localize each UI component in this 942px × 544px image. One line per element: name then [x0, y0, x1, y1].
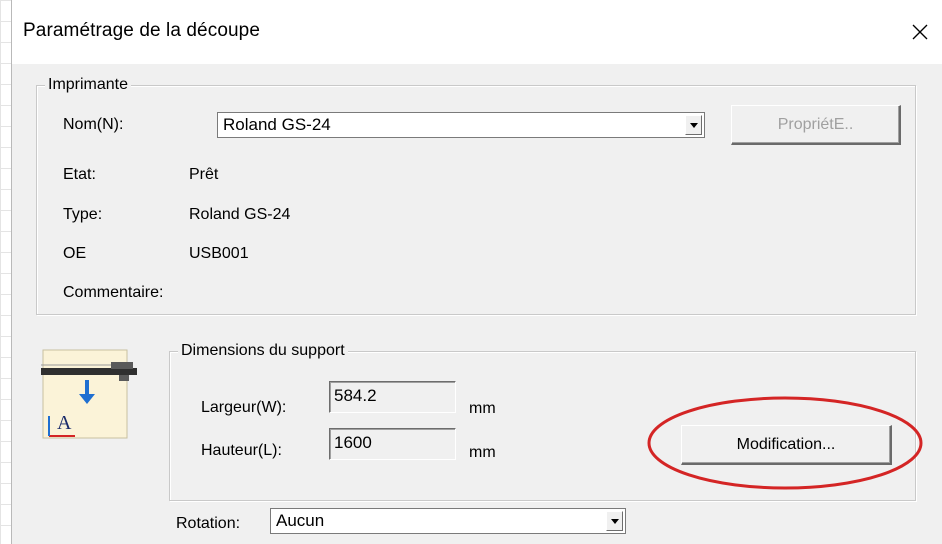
- chevron-down-icon: [689, 122, 698, 128]
- printer-dropdown-button[interactable]: [685, 115, 702, 135]
- printer-name-value: Roland GS-24: [223, 115, 331, 134]
- properties-button[interactable]: PropriétE..: [731, 105, 901, 145]
- cutter-media-icon: A: [41, 349, 137, 439]
- type-value: Roland GS-24: [189, 206, 291, 223]
- rotation-value: Aucun: [276, 511, 325, 530]
- height-unit: mm: [469, 444, 496, 461]
- close-icon: [912, 24, 928, 40]
- close-button[interactable]: [897, 10, 942, 54]
- svg-text:A: A: [57, 412, 72, 434]
- status-label: Etat:: [63, 166, 96, 183]
- cutting-setup-dialog: Paramétrage de la découpe Imprimante Nom…: [11, 0, 942, 544]
- port-value: USB001: [189, 245, 249, 262]
- height-field[interactable]: 1600: [329, 428, 456, 460]
- printer-group-label: Imprimante: [45, 75, 132, 95]
- window-title: Paramétrage de la découpe: [23, 20, 260, 41]
- comment-label: Commentaire:: [63, 284, 164, 301]
- rotation-dropdown[interactable]: Aucun: [270, 508, 626, 534]
- rotation-label: Rotation:: [176, 515, 241, 532]
- type-label: Type:: [63, 206, 103, 223]
- width-unit: mm: [469, 400, 496, 417]
- status-value: Prêt: [189, 166, 219, 183]
- modify-button[interactable]: Modification...: [681, 425, 892, 465]
- media-dimensions-label: Dimensions du support: [178, 341, 348, 361]
- rotation-dropdown-button[interactable]: [606, 511, 623, 531]
- printer-name-dropdown[interactable]: Roland GS-24: [217, 112, 705, 138]
- printer-name-label: Nom(N):: [63, 116, 124, 133]
- title-bar: Paramétrage de la découpe: [12, 0, 942, 64]
- port-label: OE: [63, 245, 87, 262]
- width-field[interactable]: 584.2: [329, 381, 456, 413]
- height-label: Hauteur(L):: [201, 442, 282, 459]
- width-label: Largeur(W):: [201, 399, 287, 416]
- chevron-down-icon: [610, 518, 619, 524]
